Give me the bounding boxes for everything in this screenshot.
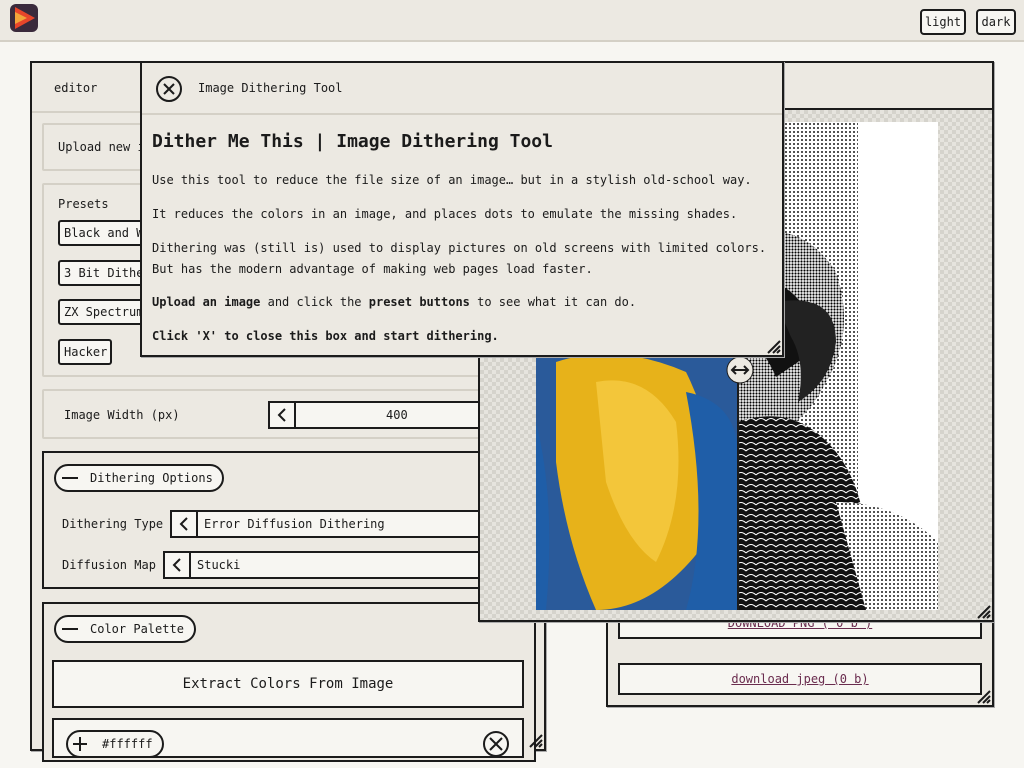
close-icon[interactable] bbox=[155, 75, 183, 103]
diffusion-map-select[interactable]: Stucki bbox=[163, 551, 532, 579]
dialog-heading: Dither Me This | Image Dithering Tool bbox=[152, 131, 553, 152]
resize-handle-icon[interactable] bbox=[975, 688, 991, 704]
color-swatch-row: #ffffff bbox=[52, 718, 524, 758]
image-width-label: Image Width (px) bbox=[64, 408, 180, 422]
preset-hacker-button[interactable]: Hacker bbox=[58, 339, 112, 365]
intro-dialog: Image Dithering Tool Dither Me This | Im… bbox=[140, 61, 784, 357]
resize-handle-icon[interactable] bbox=[527, 732, 543, 748]
dithering-type-value[interactable]: Error Diffusion Dithering bbox=[204, 517, 385, 531]
resize-handle-icon[interactable] bbox=[975, 603, 991, 619]
app-logo[interactable] bbox=[10, 4, 38, 32]
chevron-left-icon[interactable] bbox=[172, 512, 198, 536]
diffusion-map-value[interactable]: Stucki bbox=[197, 558, 240, 572]
color-swatch-ffffff[interactable]: #ffffff bbox=[66, 730, 164, 758]
dialog-para-3b: But has the modern advantage of making w… bbox=[152, 262, 593, 276]
light-theme-button[interactable]: light bbox=[920, 9, 966, 35]
dithering-options-card: Dithering Options Dithering Type Error D… bbox=[42, 451, 534, 589]
dialog-para-5: Click 'X' to close this box and start di… bbox=[152, 329, 499, 343]
dialog-para-3a: Dithering was (still is) used to display… bbox=[152, 241, 767, 255]
chevron-left-icon[interactable] bbox=[270, 403, 296, 427]
dithering-type-label: Dithering Type bbox=[62, 517, 164, 531]
dithering-options-toggle[interactable]: Dithering Options bbox=[54, 464, 224, 492]
top-bar: light dark bbox=[0, 0, 1024, 42]
preset-black-and-white-button[interactable]: Black and W bbox=[58, 220, 150, 246]
image-width-card: Image Width (px) 400 bbox=[42, 389, 534, 439]
dialog-para-2: It reduces the colors in an image, and p… bbox=[152, 207, 738, 221]
dialog-para-1: Use this tool to reduce the file size of… bbox=[152, 173, 752, 187]
dark-theme-button[interactable]: dark bbox=[976, 9, 1016, 35]
chevron-left-icon[interactable] bbox=[165, 553, 191, 577]
minus-icon bbox=[62, 628, 78, 630]
color-palette-card: Color Palette Extract Colors From Image … bbox=[42, 602, 536, 762]
editor-title: editor bbox=[54, 81, 98, 95]
upload-label[interactable]: Upload new i bbox=[58, 140, 145, 154]
color-palette-label: Color Palette bbox=[90, 622, 184, 636]
diffusion-map-label: Diffusion Map bbox=[62, 558, 156, 572]
remove-color-icon[interactable] bbox=[482, 730, 510, 758]
presets-label: Presets bbox=[58, 197, 109, 211]
dithering-options-label: Dithering Options bbox=[90, 471, 213, 485]
minus-icon bbox=[62, 477, 78, 479]
color-palette-toggle[interactable]: Color Palette bbox=[54, 615, 196, 643]
dialog-title: Image Dithering Tool bbox=[198, 81, 343, 95]
color-value: #ffffff bbox=[102, 737, 153, 751]
image-width-value[interactable]: 400 bbox=[386, 408, 408, 422]
preset-3bit-button[interactable]: 3 Bit Dithe bbox=[58, 260, 150, 286]
extract-colors-button[interactable]: Extract Colors From Image bbox=[52, 660, 524, 708]
download-jpeg-link[interactable]: download jpeg (0 b) bbox=[618, 663, 982, 695]
preset-zx-spectrum-button[interactable]: ZX Spectrum bbox=[58, 299, 150, 325]
plus-icon bbox=[73, 737, 87, 751]
resize-handle-icon[interactable] bbox=[765, 338, 781, 354]
comparison-slider-handle-icon[interactable] bbox=[726, 356, 754, 384]
dialog-para-4: Upload an image and click the preset but… bbox=[152, 295, 637, 309]
